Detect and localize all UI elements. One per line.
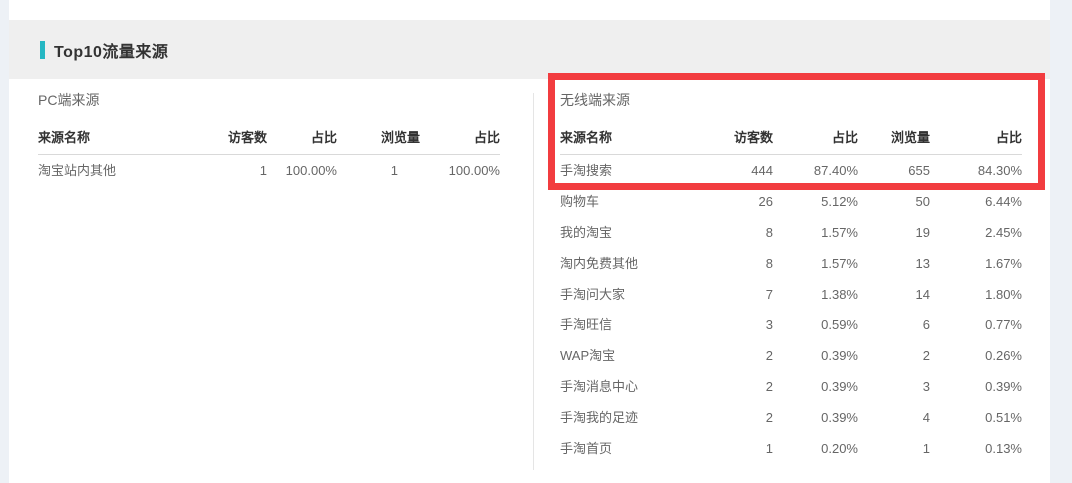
- cell-value: 1: [337, 155, 420, 186]
- cell-source-name: 手淘消息中心: [560, 371, 720, 402]
- col-header-pageviews: 浏览量: [858, 108, 930, 155]
- cell-value: 100.00%: [420, 155, 500, 186]
- cell-value: 2: [720, 371, 773, 402]
- table-row: 淘内免费其他81.57%131.67%: [560, 248, 1022, 279]
- cell-value: 1: [720, 433, 773, 464]
- col-header-source-name: 来源名称: [38, 108, 218, 155]
- cell-value: 0.77%: [930, 309, 1022, 340]
- cell-value: 4: [858, 402, 930, 433]
- cell-value: 2: [720, 402, 773, 433]
- col-header-pageviews-share: 占比: [420, 108, 500, 155]
- col-header-source-name: 来源名称: [560, 108, 720, 155]
- cell-value: 1.57%: [773, 248, 858, 279]
- cell-value: 8: [720, 248, 773, 279]
- cell-value: 26: [720, 186, 773, 217]
- panel-divider: [533, 93, 534, 470]
- pc-table-header-row: 来源名称 访客数 占比 浏览量 占比: [38, 108, 500, 155]
- cell-value: 5.12%: [773, 186, 858, 217]
- wireless-sources-table: 来源名称 访客数 占比 浏览量 占比 手淘搜索44487.40%65584.30…: [560, 108, 1022, 464]
- cell-value: 3: [858, 371, 930, 402]
- pc-section-title: PC端来源: [38, 92, 500, 108]
- table-row: 手淘旺信30.59%60.77%: [560, 309, 1022, 340]
- cell-source-name: 手淘问大家: [560, 279, 720, 310]
- cell-source-name: 我的淘宝: [560, 217, 720, 248]
- cell-value: 1.57%: [773, 217, 858, 248]
- table-row: WAP淘宝20.39%20.26%: [560, 340, 1022, 371]
- cell-value: 444: [720, 155, 773, 186]
- col-header-pageviews-share: 占比: [930, 108, 1022, 155]
- col-header-visitors-share: 占比: [267, 108, 337, 155]
- cell-value: 87.40%: [773, 155, 858, 186]
- cell-value: 0.59%: [773, 309, 858, 340]
- table-row: 淘宝站内其他1100.00%1100.00%: [38, 155, 500, 186]
- cell-value: 1: [858, 433, 930, 464]
- right-background-strip: [1050, 0, 1072, 483]
- cell-value: 1.80%: [930, 279, 1022, 310]
- cell-source-name: 手淘我的足迹: [560, 402, 720, 433]
- col-header-visitors: 访客数: [218, 108, 267, 155]
- table-row: 手淘首页10.20%10.13%: [560, 433, 1022, 464]
- cell-value: 14: [858, 279, 930, 310]
- cell-value: 0.20%: [773, 433, 858, 464]
- cell-value: 6: [858, 309, 930, 340]
- pc-sources-panel: PC端来源 来源名称 访客数 占比 浏览量 占比 淘宝站内其他1100.00%1…: [38, 92, 500, 186]
- cell-value: 2.45%: [930, 217, 1022, 248]
- cell-value: 1: [218, 155, 267, 186]
- cell-value: 2: [858, 340, 930, 371]
- cell-value: 0.39%: [930, 371, 1022, 402]
- cell-value: 8: [720, 217, 773, 248]
- cell-source-name: 手淘首页: [560, 433, 720, 464]
- cell-value: 1.67%: [930, 248, 1022, 279]
- wireless-sources-panel: 无线端来源 来源名称 访客数 占比 浏览量 占比 手淘搜索44487.40%65…: [560, 92, 1022, 464]
- cell-value: 0.13%: [930, 433, 1022, 464]
- cell-value: 0.51%: [930, 402, 1022, 433]
- cell-value: 0.39%: [773, 340, 858, 371]
- cell-value: 7: [720, 279, 773, 310]
- cell-value: 655: [858, 155, 930, 186]
- pc-sources-table: 来源名称 访客数 占比 浏览量 占比 淘宝站内其他1100.00%1100.00…: [38, 108, 500, 186]
- cell-value: 0.39%: [773, 402, 858, 433]
- table-row: 手淘问大家71.38%141.80%: [560, 279, 1022, 310]
- traffic-sources-page: Top10流量来源 PC端来源 来源名称 访客数 占比 浏览量 占比 淘宝站内其…: [0, 0, 1072, 483]
- table-row: 我的淘宝81.57%192.45%: [560, 217, 1022, 248]
- cell-value: 50: [858, 186, 930, 217]
- wireless-table-header-row: 来源名称 访客数 占比 浏览量 占比: [560, 108, 1022, 155]
- cell-value: 1.38%: [773, 279, 858, 310]
- cell-value: 6.44%: [930, 186, 1022, 217]
- col-header-pageviews: 浏览量: [337, 108, 420, 155]
- cell-source-name: 购物车: [560, 186, 720, 217]
- table-row: 手淘我的足迹20.39%40.51%: [560, 402, 1022, 433]
- cell-source-name: 手淘旺信: [560, 309, 720, 340]
- cell-value: 2: [720, 340, 773, 371]
- wireless-section-title: 无线端来源: [560, 92, 1022, 108]
- table-row: 购物车265.12%506.44%: [560, 186, 1022, 217]
- cell-source-name: 手淘搜索: [560, 155, 720, 186]
- left-background-strip: [0, 0, 9, 483]
- cell-value: 100.00%: [267, 155, 337, 186]
- cell-value: 84.30%: [930, 155, 1022, 186]
- cell-value: 0.26%: [930, 340, 1022, 371]
- cell-value: 0.39%: [773, 371, 858, 402]
- page-title: Top10流量来源: [54, 38, 168, 62]
- table-row: 手淘搜索44487.40%65584.30%: [560, 155, 1022, 186]
- cell-value: 3: [720, 309, 773, 340]
- table-row: 手淘消息中心20.39%30.39%: [560, 371, 1022, 402]
- cell-source-name: 淘内免费其他: [560, 248, 720, 279]
- col-header-visitors-share: 占比: [773, 108, 858, 155]
- cell-source-name: 淘宝站内其他: [38, 155, 218, 186]
- cell-value: 13: [858, 248, 930, 279]
- title-accent-bar: [40, 41, 45, 59]
- cell-value: 19: [858, 217, 930, 248]
- col-header-visitors: 访客数: [720, 108, 773, 155]
- section-title-band: Top10流量来源: [9, 20, 1050, 79]
- cell-source-name: WAP淘宝: [560, 340, 720, 371]
